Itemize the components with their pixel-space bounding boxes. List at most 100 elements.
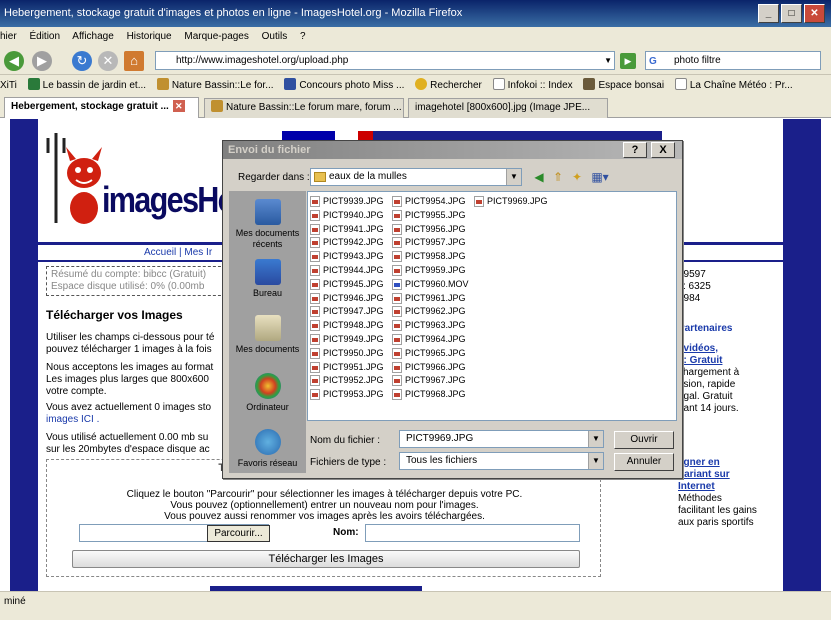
chevron-down-icon[interactable]: ▼: [588, 431, 603, 447]
bookmark-item[interactable]: Le bassin de jardin et...: [27, 78, 146, 91]
ad-title[interactable]: , vidéos,: [678, 343, 757, 355]
filetype-select[interactable]: Tous les fichiers ▼: [399, 452, 604, 470]
tab-imageshotel[interactable]: Hebergement, stockage gratuit ... ✕: [4, 97, 199, 118]
file-item[interactable]: PICT9964.JPG: [392, 333, 466, 346]
url-bar[interactable]: http://www.imageshotel.org/upload.php ▼: [155, 51, 615, 70]
chevron-down-icon[interactable]: ▼: [588, 453, 603, 469]
file-item[interactable]: PICT9940.JPG: [310, 209, 384, 222]
menu-view[interactable]: Affichage: [72, 31, 114, 42]
bookmark-item[interactable]: La Chaîne Météo : Pr...: [674, 78, 793, 91]
reload-icon[interactable]: ↻: [72, 51, 92, 71]
image-file-icon: [392, 306, 402, 318]
close-window-button[interactable]: ✕: [804, 4, 825, 23]
bookmark-item[interactable]: Infokoi :: Index: [492, 78, 573, 91]
cancel-button[interactable]: Annuler: [614, 453, 674, 471]
file-item[interactable]: PICT9969.JPG: [474, 195, 548, 208]
up-folder-icon[interactable]: ⇑: [550, 169, 566, 185]
menu-file[interactable]: hier: [0, 31, 17, 42]
new-folder-icon[interactable]: ✦: [569, 169, 585, 185]
file-name: PICT9944.JPG: [323, 265, 384, 275]
place-recent-documents[interactable]: Mes documents récents: [229, 199, 306, 250]
window-title: Hebergement, stockage gratuit d'images e…: [4, 7, 463, 19]
file-item[interactable]: PICT9939.JPG: [310, 195, 384, 208]
place-desktop[interactable]: Bureau: [229, 259, 306, 299]
file-item[interactable]: PICT9959.JPG: [392, 264, 466, 277]
upload-images-button[interactable]: Télécharger les Images: [72, 550, 580, 568]
forward-icon[interactable]: ▶: [32, 51, 52, 71]
file-item[interactable]: PICT9961.JPG: [392, 292, 466, 305]
menu-history[interactable]: Historique: [127, 31, 172, 42]
file-item[interactable]: PICT9950.JPG: [310, 347, 384, 360]
google-icon[interactable]: G: [649, 53, 657, 70]
url-dropdown-icon[interactable]: ▼: [604, 52, 612, 69]
home-icon[interactable]: ⌂: [124, 51, 144, 71]
file-item[interactable]: PICT9943.JPG: [310, 250, 384, 263]
file-item[interactable]: PICT9968.JPG: [392, 388, 466, 401]
tab-nature-bassin[interactable]: Nature Bassin::Le forum mare, forum ...: [204, 98, 404, 118]
search-input[interactable]: G photo filtre: [645, 51, 821, 70]
file-item[interactable]: PICT9944.JPG: [310, 264, 384, 277]
stop-icon[interactable]: ✕: [98, 51, 118, 71]
image-file-icon: [392, 375, 402, 387]
file-item[interactable]: PICT9965.JPG: [392, 347, 466, 360]
bookmark-item[interactable]: Nature Bassin::Le for...: [156, 78, 274, 91]
go-icon[interactable]: ▶: [620, 53, 636, 69]
ad-title[interactable]: x: Gratuit: [678, 355, 757, 367]
file-item[interactable]: PICT9941.JPG: [310, 223, 384, 236]
partners-heading[interactable]: Partenaires: [678, 323, 757, 335]
ad-title[interactable]: Internet: [678, 481, 757, 493]
menu-help[interactable]: ?: [300, 31, 306, 42]
file-item[interactable]: PICT9954.JPG: [392, 195, 466, 208]
file-item[interactable]: PICT9945.JPG: [310, 278, 384, 291]
ad-title[interactable]: agner en: [678, 457, 757, 469]
menu-tools[interactable]: Outils: [262, 31, 288, 42]
file-item[interactable]: PICT9942.JPG: [310, 236, 384, 249]
file-item[interactable]: PICT9948.JPG: [310, 319, 384, 332]
tab-imagehotel-jpg[interactable]: imagehotel [800x600].jpg (Image JPE...: [408, 98, 608, 118]
place-computer[interactable]: Ordinateur: [229, 373, 306, 413]
devil-mascot-icon: [46, 133, 102, 224]
menu-bookmarks[interactable]: Marque-pages: [184, 31, 248, 42]
ad-title[interactable]: pariant sur: [678, 469, 757, 481]
back-icon[interactable]: ◀: [531, 169, 547, 185]
image-file-icon: [310, 196, 320, 207]
dialog-close-button[interactable]: X: [651, 142, 675, 158]
bookmark-item[interactable]: Rechercher: [415, 78, 482, 91]
tab-close-icon[interactable]: ✕: [172, 100, 185, 112]
bookmark-item[interactable]: Concours photo Miss ...: [284, 78, 404, 91]
file-item[interactable]: PICT9958.JPG: [392, 250, 466, 263]
help-button[interactable]: ?: [623, 142, 647, 158]
view-menu-icon[interactable]: ▦▾: [589, 169, 611, 185]
chevron-down-icon[interactable]: ▼: [506, 169, 521, 185]
browse-button[interactable]: Parcourir...: [207, 525, 270, 542]
minimize-button[interactable]: _: [758, 4, 779, 23]
menu-edit[interactable]: Édition: [29, 31, 60, 42]
file-item[interactable]: PICT9957.JPG: [392, 236, 466, 249]
status-bar: miné: [0, 591, 831, 620]
file-item[interactable]: PICT9953.JPG: [310, 388, 384, 401]
file-item[interactable]: PICT9949.JPG: [310, 333, 384, 346]
back-icon[interactable]: ◀: [4, 51, 24, 71]
name-input[interactable]: [365, 524, 580, 542]
file-item[interactable]: PICT9966.JPG: [392, 361, 466, 374]
place-my-documents[interactable]: Mes documents: [229, 315, 306, 355]
site-nav[interactable]: Accueil | Mes Ir: [144, 247, 212, 258]
file-item[interactable]: PICT9967.JPG: [392, 374, 466, 387]
file-item[interactable]: PICT9947.JPG: [310, 305, 384, 318]
filename-input[interactable]: PICT9969.JPG ▼: [399, 430, 604, 448]
file-item[interactable]: PICT9956.JPG: [392, 223, 466, 236]
file-item[interactable]: PICT9955.JPG: [392, 209, 466, 222]
file-item[interactable]: PICT9962.JPG: [392, 305, 466, 318]
file-item[interactable]: PICT9960.MOV: [392, 278, 469, 291]
open-button[interactable]: Ouvrir: [614, 431, 674, 449]
file-item[interactable]: PICT9951.JPG: [310, 361, 384, 374]
bookmark-item[interactable]: XiTi: [0, 80, 17, 91]
file-item[interactable]: PICT9952.JPG: [310, 374, 384, 387]
bookmark-item[interactable]: Espace bonsai: [583, 78, 664, 91]
look-in-select[interactable]: eaux de la mulles ▼: [310, 168, 522, 186]
file-item[interactable]: PICT9946.JPG: [310, 292, 384, 305]
file-item[interactable]: PICT9963.JPG: [392, 319, 466, 332]
maximize-button[interactable]: □: [781, 4, 802, 23]
images-link[interactable]: images ICI .: [46, 414, 231, 426]
place-network[interactable]: Favoris réseau: [229, 429, 306, 469]
